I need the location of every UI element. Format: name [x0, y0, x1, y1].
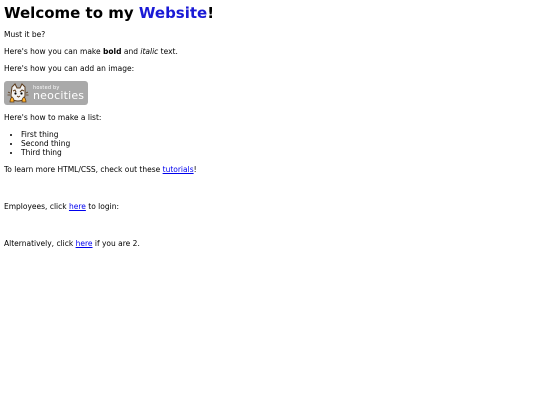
image-line: Here's how you can add an image: [4, 64, 135, 74]
tutorials-line-after: ! [193, 165, 197, 175]
tutorials-link[interactable]: tutorials [163, 165, 194, 174]
neocities-badge: hosted by neocities [4, 81, 88, 106]
formatting-line-middle: and [121, 47, 141, 57]
list-item: Second thing [21, 139, 536, 148]
page-title-accent: Website [138, 4, 208, 22]
list-intro: Here's how to make a list: [4, 113, 102, 123]
employees-line-before: Employees, click [4, 202, 69, 212]
page-content: Welcome to my Website! Must it be? Here'… [0, 0, 540, 248]
tutorials-line-before: To learn more HTML/CSS, check out these [4, 165, 163, 175]
alternative-line-after: if you are 2. [92, 239, 140, 249]
list-item: First thing [21, 130, 536, 139]
employees-line-after: to login: [85, 202, 119, 212]
page-title-suffix: ! [207, 4, 215, 22]
employees-line: Employees, click here to login: [4, 202, 536, 211]
intro-line: Must it be? [4, 30, 46, 40]
page-title-prefix: Welcome to my [4, 4, 139, 22]
sample-list: First thing Second thing Third thing [4, 130, 536, 157]
employees-login-link[interactable]: here [69, 202, 86, 211]
formatting-line-after: text. [158, 47, 178, 57]
neocities-badge-text: hosted by neocities [33, 85, 85, 102]
italic-text: italic [140, 47, 159, 57]
tutorials-line: To learn more HTML/CSS, check out these … [4, 165, 536, 174]
alternative-line-before: Alternatively, click [4, 239, 76, 249]
formatting-line: Here's how you can make bold and italic … [4, 47, 536, 56]
bold-text: bold [103, 47, 122, 57]
list-item: Third thing [21, 148, 536, 157]
alternative-link[interactable]: here [76, 239, 93, 248]
neocities-cat-icon [7, 83, 29, 103]
neocities-badge-main-text: neocities [33, 88, 85, 102]
formatting-line-before: Here's how you can make [4, 47, 103, 57]
page-title: Welcome to my Website! [4, 4, 536, 22]
alternative-line: Alternatively, click here if you are 2. [4, 239, 536, 248]
